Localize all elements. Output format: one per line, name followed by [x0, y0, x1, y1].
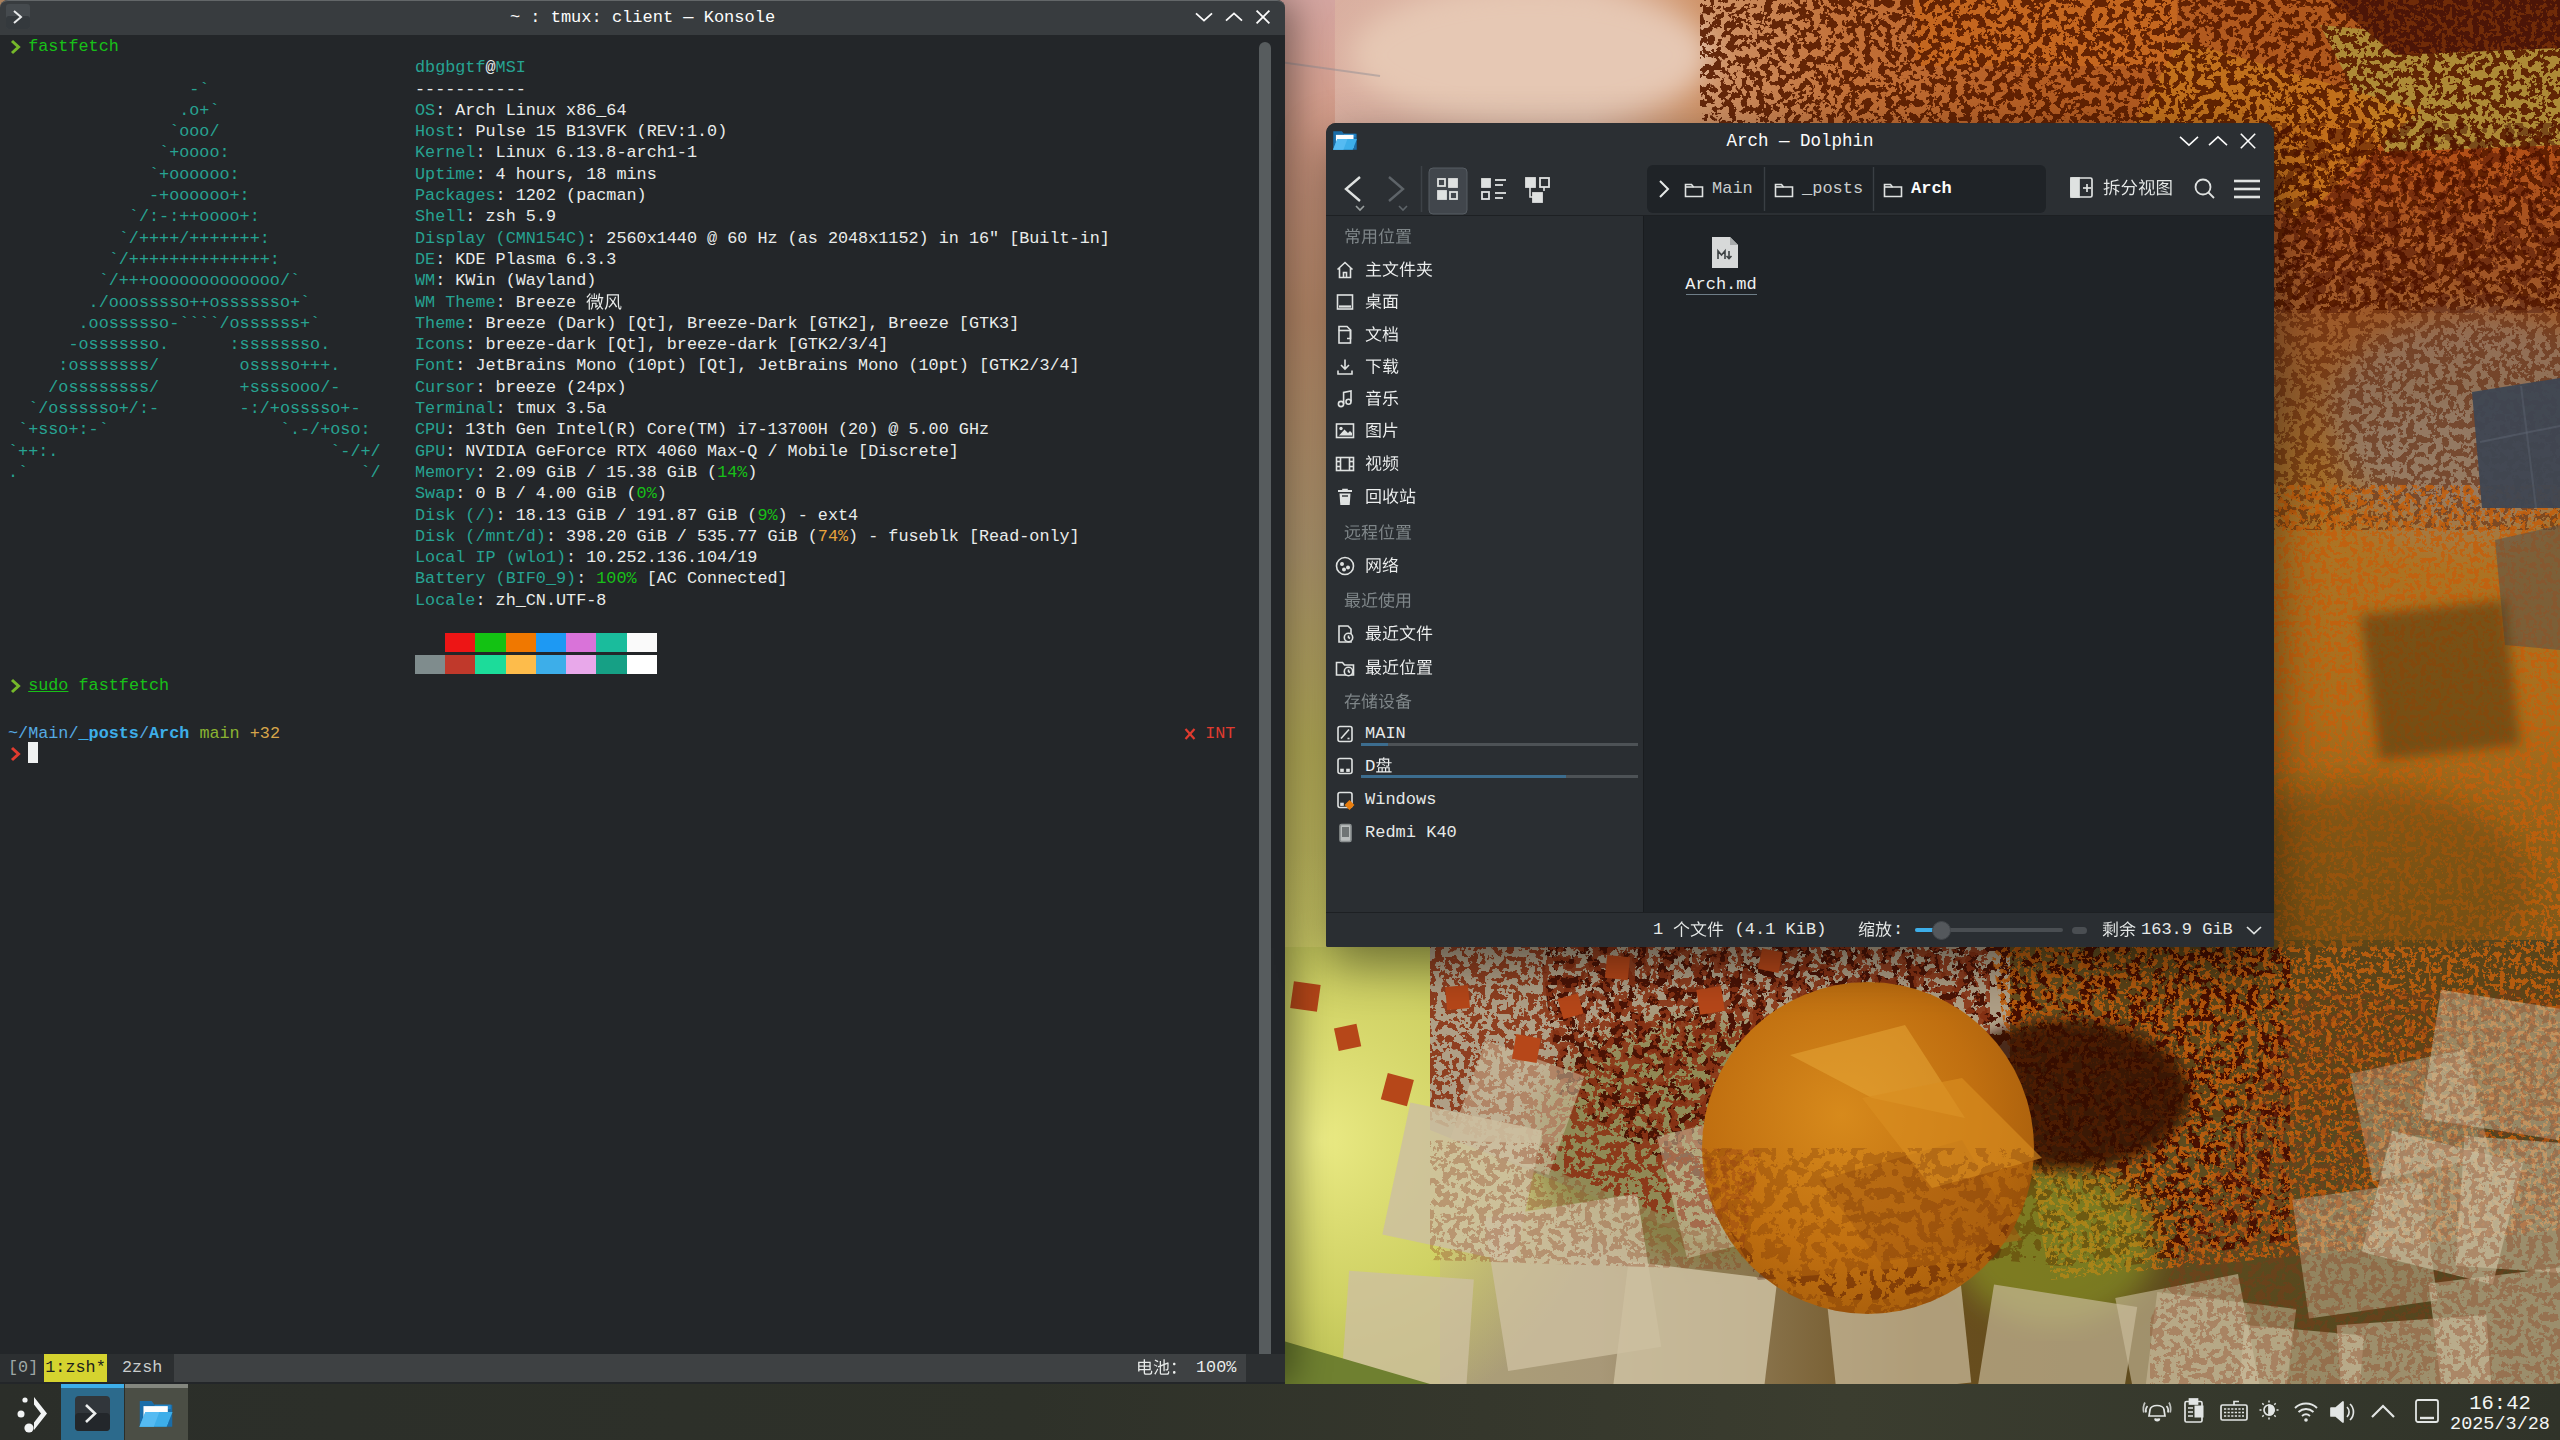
svg-text:D: D [1365, 757, 1375, 776]
